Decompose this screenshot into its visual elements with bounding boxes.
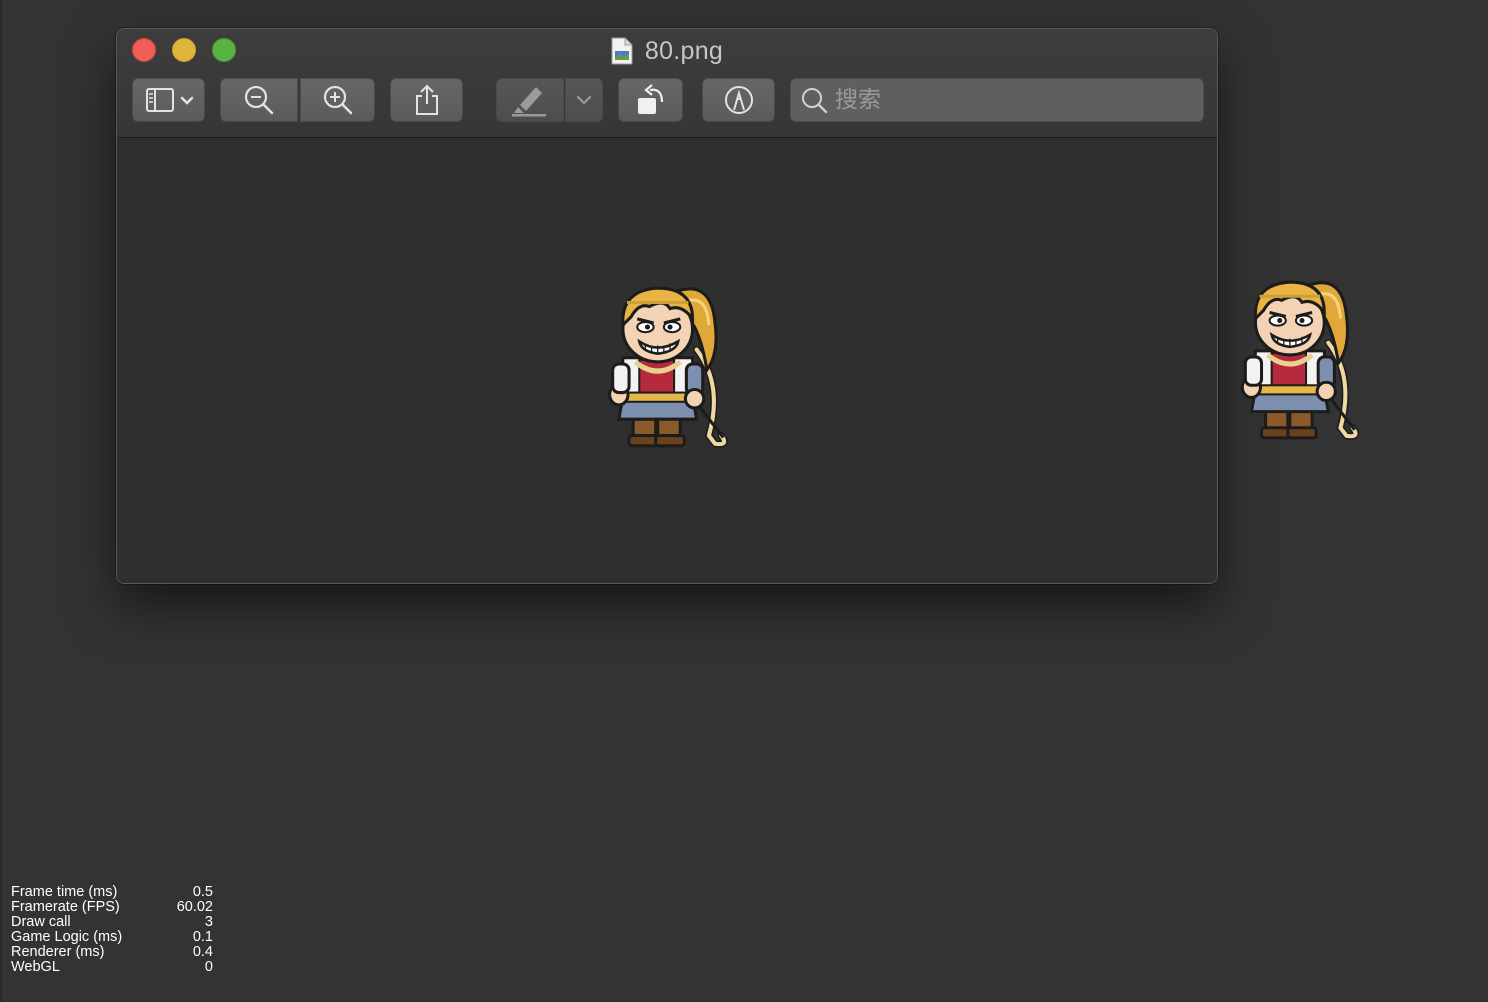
stat-row: Frame time (ms) 0.5 [11,885,213,900]
stat-row: Draw call 3 [11,915,213,930]
screen-edge [0,0,2,1002]
share-icon [415,84,438,115]
stat-value: 0 [204,959,213,975]
highlighter-icon [512,87,546,117]
rotate-left-icon [637,84,663,114]
highlight-button[interactable] [496,78,564,122]
stat-value: 0.4 [192,944,213,960]
chevron-down-icon [576,95,592,105]
stat-value: 0.5 [192,884,213,900]
stat-row: WebGL 0 [11,960,213,975]
zoom-out-icon [244,85,274,115]
window-title: 80.png [644,36,724,65]
debug-stats-panel: Frame time (ms) 0.5 Framerate (FPS) 60.0… [11,885,213,975]
zoom-out-button[interactable] [220,78,298,122]
highlight-style-menu-button[interactable] [565,78,603,122]
rotate-button[interactable] [618,78,683,122]
stat-label: Frame time (ms) [11,884,118,900]
stat-row: Framerate (FPS) 60.02 [11,900,213,915]
stat-label: Renderer (ms) [11,944,105,960]
stat-label: WebGL [11,959,60,975]
stat-value: 60.02 [176,899,213,915]
stat-row: Renderer (ms) 0.4 [11,945,213,960]
stat-label: Framerate (FPS) [11,899,120,915]
zoom-in-button[interactable] [300,78,375,122]
stat-value: 0.1 [192,929,213,945]
preview-window: 80.png [116,28,1218,584]
search-input[interactable] [828,86,1203,114]
sidebar-button[interactable] [132,78,205,122]
zoom-in-icon [323,85,352,115]
markup-pen-icon [724,86,753,114]
window-title-group: 80.png [117,35,1217,67]
stat-label: Game Logic (ms) [11,929,123,945]
png-document-icon [611,37,633,65]
title-bar[interactable]: 80.png [117,29,1217,138]
image-canvas[interactable] [117,138,1217,583]
search-field[interactable] [790,78,1204,122]
archer-girl-sprite-game [1240,276,1364,446]
stat-label: Draw call [11,914,71,930]
stat-row: Game Logic (ms) 0.1 [11,930,213,945]
stat-value: 3 [204,914,213,930]
search-icon [802,88,828,114]
share-button[interactable] [390,78,463,122]
markup-button[interactable] [702,78,775,122]
sidebar-toggle-icon [145,88,193,112]
archer-girl-sprite [608,282,732,454]
